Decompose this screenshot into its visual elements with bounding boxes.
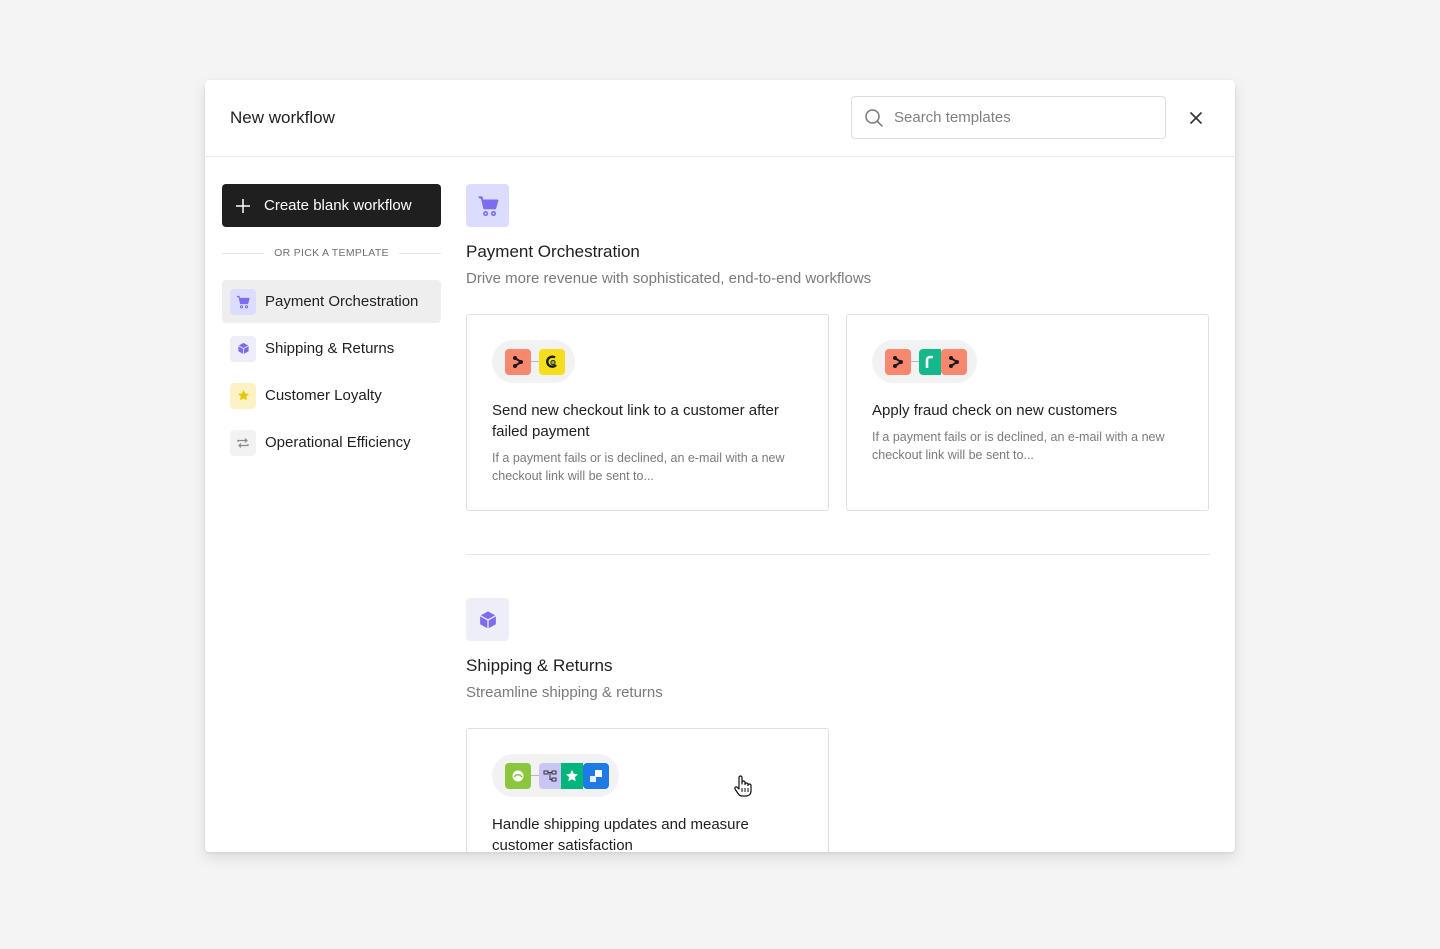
card-description: If a payment fails or is declined, an e-…	[872, 430, 1165, 462]
section-shipping-returns: Shipping & Returns Streamline shipping &…	[466, 598, 1210, 852]
card-description: If a payment fails or is declined, an e-…	[492, 451, 785, 483]
package-icon	[466, 598, 509, 641]
primer-icon	[885, 348, 911, 375]
sidebar-item-label: Shipping & Returns	[265, 340, 395, 357]
template-card[interactable]: Apply fraud check on new customers If a …	[846, 314, 1209, 511]
card-title: Handle shipping updates and measure cust…	[492, 816, 749, 852]
search-templates-field[interactable]	[851, 96, 1166, 139]
sidebar-item-label: Payment Orchestration	[265, 293, 419, 310]
shipping-app-icon	[505, 762, 531, 789]
create-blank-workflow-button[interactable]: Create blank workflow	[222, 184, 441, 227]
sidebar-item-label: Customer Loyalty	[265, 387, 382, 404]
hand-pointer-cursor-icon	[734, 775, 752, 797]
section-title: Payment Orchestration	[466, 242, 640, 261]
sidebar-item-label: Operational Efficiency	[265, 434, 411, 451]
section-title: Shipping & Returns	[466, 656, 613, 675]
package-icon	[230, 335, 256, 362]
connector-line	[531, 775, 539, 776]
template-category-list: Payment Orchestration Shipping & Returns…	[222, 280, 441, 468]
template-cards: Send new checkout link to a customer aft…	[466, 314, 1210, 511]
app-icons-group	[492, 754, 619, 797]
repeat-icon	[230, 429, 256, 456]
template-content: Payment Orchestration Drive more revenue…	[466, 184, 1210, 852]
dashboard-app-icon	[583, 762, 609, 789]
close-icon	[1189, 111, 1203, 125]
divider-line	[398, 252, 441, 254]
card-title: Send new checkout link to a customer aft…	[492, 402, 779, 440]
trustpilot-icon	[561, 762, 583, 789]
sidebar-item-shipping-returns[interactable]: Shipping & Returns	[222, 327, 441, 370]
modal-header: New workflow	[205, 80, 1235, 157]
plus-icon	[236, 198, 250, 213]
app-icons-group	[492, 340, 575, 383]
modal-title: New workflow	[230, 108, 335, 127]
primer-icon	[941, 348, 967, 375]
template-cards: Handle shipping updates and measure cust…	[466, 728, 1210, 852]
shopping-cart-icon	[466, 184, 509, 227]
sidebar-item-operational-efficiency[interactable]: Operational Efficiency	[222, 421, 441, 464]
search-input[interactable]	[894, 109, 1134, 126]
section-subtitle: Drive more revenue with sophisticated, e…	[466, 270, 872, 287]
divider-line	[222, 252, 265, 254]
primer-icon	[505, 348, 531, 375]
search-icon	[865, 108, 883, 127]
section-divider	[466, 554, 1210, 555]
create-blank-workflow-label: Create blank workflow	[264, 197, 412, 214]
sidebar-item-payment-orchestration[interactable]: Payment Orchestration	[222, 280, 441, 323]
close-button[interactable]	[1185, 107, 1207, 129]
riskified-icon	[919, 348, 941, 375]
card-title: Apply fraud check on new customers	[872, 402, 1118, 419]
app-icons-group	[872, 340, 977, 383]
divider-text: OR PICK A TEMPLATE	[274, 247, 389, 259]
mailchimp-icon	[539, 348, 565, 375]
template-card[interactable]: Send new checkout link to a customer aft…	[466, 314, 829, 511]
sidebar-item-customer-loyalty[interactable]: Customer Loyalty	[222, 374, 441, 417]
connector-line	[531, 361, 539, 362]
section-payment-orchestration: Payment Orchestration Drive more revenue…	[466, 184, 1210, 511]
template-card[interactable]: Handle shipping updates and measure cust…	[466, 728, 829, 852]
connector-line	[911, 361, 919, 362]
section-subtitle: Streamline shipping & returns	[466, 684, 663, 701]
new-workflow-modal: New workflow Create blank workflow OR PI…	[205, 80, 1235, 852]
workflow-branch-icon	[539, 762, 561, 789]
or-pick-template-divider: OR PICK A TEMPLATE	[222, 246, 441, 260]
star-icon	[230, 382, 256, 409]
shopping-cart-icon	[230, 288, 256, 315]
